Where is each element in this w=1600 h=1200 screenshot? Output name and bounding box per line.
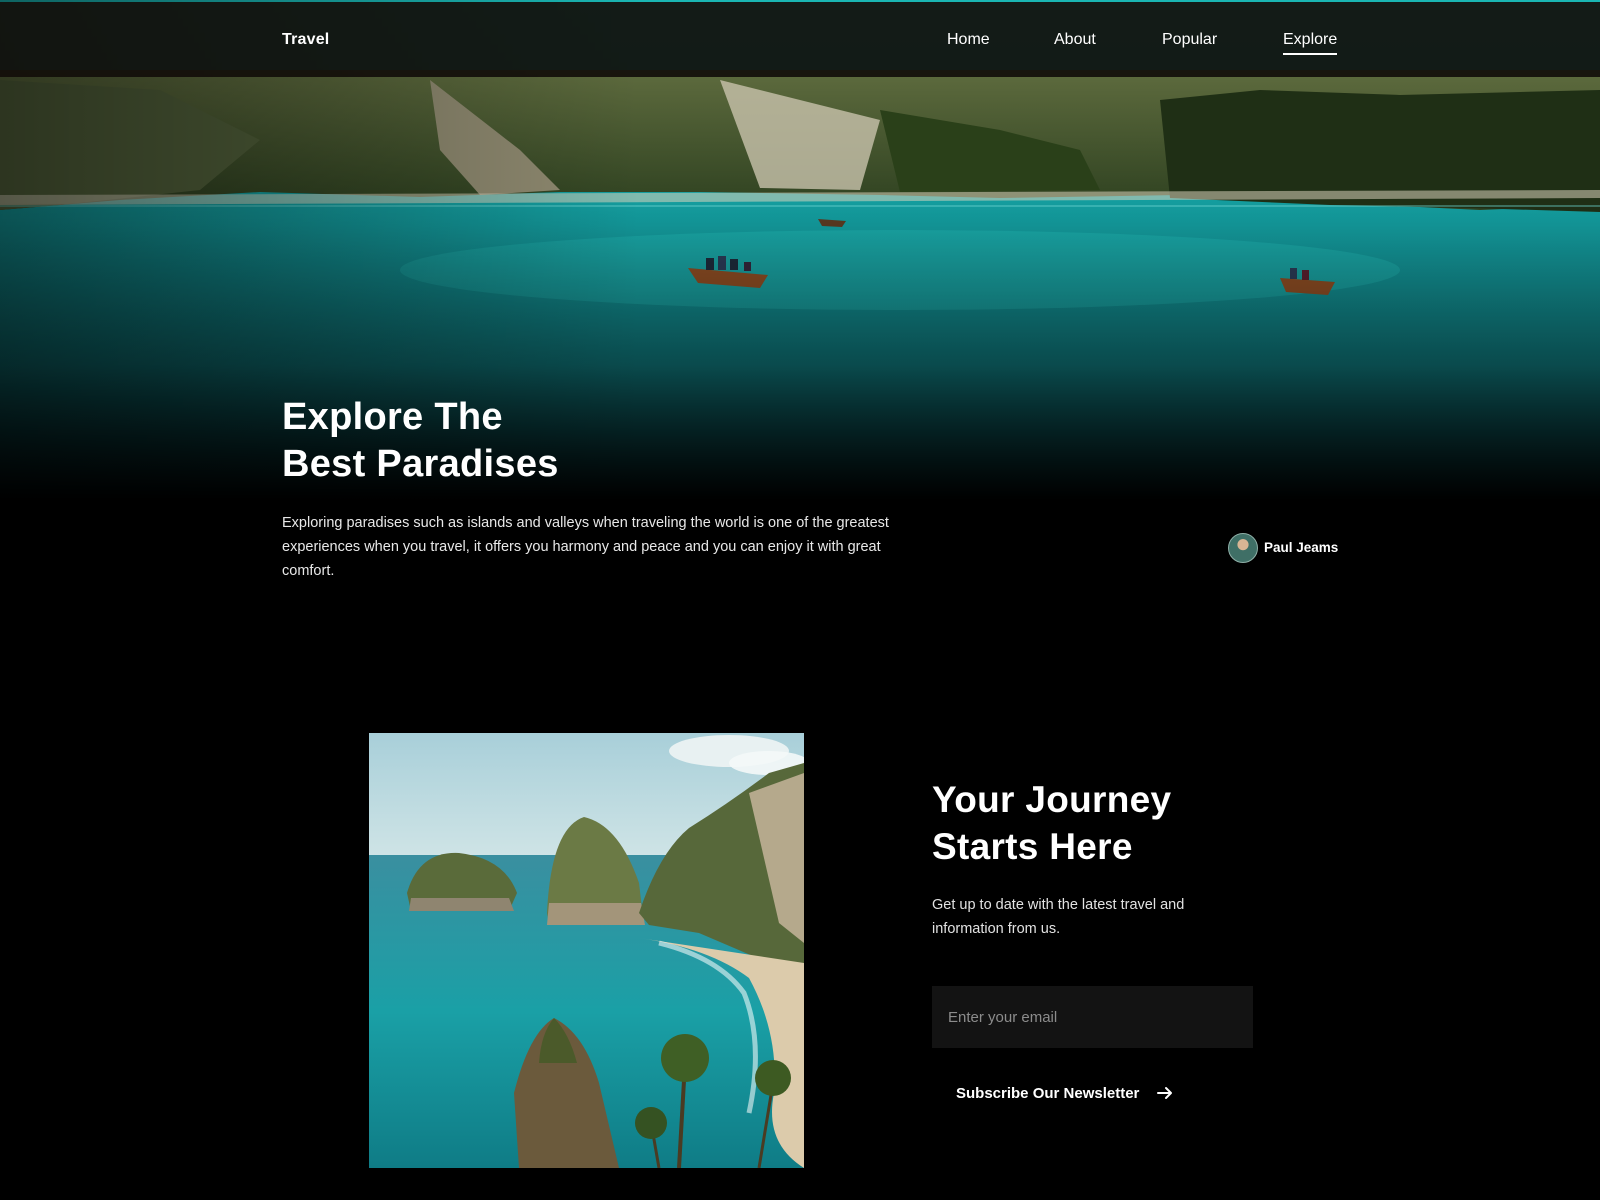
hero-title-line1: Explore The — [282, 396, 503, 438]
hero-title: Explore The Best Paradises — [282, 394, 559, 488]
nav-link-home[interactable]: Home — [947, 31, 990, 49]
newsletter-title: Your Journey Starts Here — [932, 776, 1171, 870]
newsletter-description: Get up to date with the latest travel an… — [932, 897, 1185, 937]
cove-image — [369, 733, 804, 1168]
hero-title-line2: Best Paradises — [282, 443, 559, 485]
arrow-right-icon — [1157, 1087, 1173, 1099]
newsletter-title-line2: Starts Here — [932, 826, 1133, 867]
subscribe-button[interactable]: Subscribe Our Newsletter — [944, 1080, 1185, 1106]
hero-description: Exploring paradises such as islands and … — [282, 515, 889, 579]
author-name: Paul Jeams — [1264, 540, 1339, 555]
navbar: Travel Home About Popular Explore — [0, 2, 1600, 77]
nav-link-popular[interactable]: Popular — [1162, 31, 1217, 49]
newsletter-title-line1: Your Journey — [932, 779, 1172, 820]
nav-link-explore[interactable]: Explore — [1283, 31, 1338, 55]
email-field[interactable] — [932, 986, 1253, 1048]
nav-link-about[interactable]: About — [1054, 31, 1096, 49]
subscribe-label: Subscribe Our Newsletter — [956, 1084, 1140, 1102]
avatar — [1228, 533, 1258, 563]
nav-links: Home About Popular Explore — [0, 31, 1600, 61]
